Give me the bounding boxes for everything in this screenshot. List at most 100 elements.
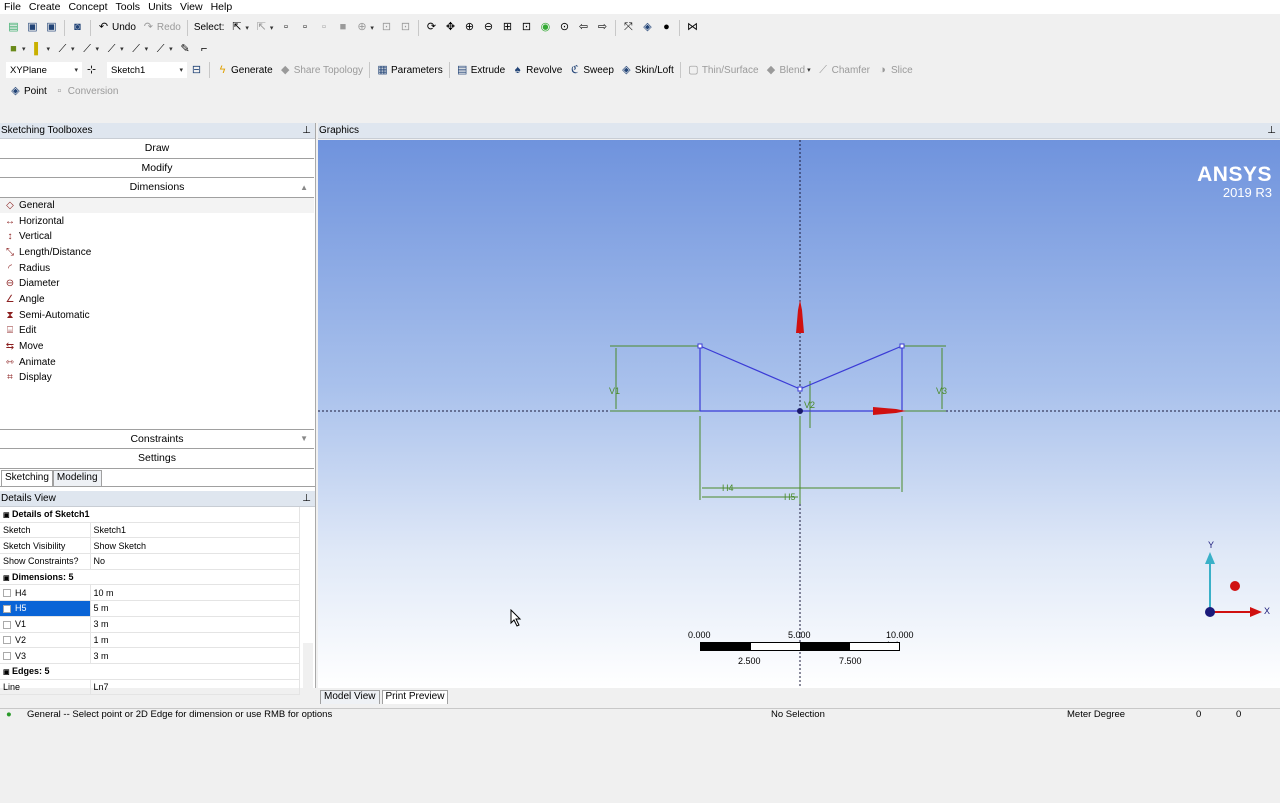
detail-value[interactable]: No <box>90 553 300 570</box>
point-button[interactable]: ◈ Point <box>6 82 50 100</box>
zoom-box-button[interactable]: ⊡ <box>517 19 536 37</box>
sketch-edge-v-left[interactable] <box>699 345 801 390</box>
line-tool-4-button[interactable]: ⟋ ▾ <box>127 40 152 58</box>
vertex[interactable] <box>899 343 905 349</box>
new-plane-button[interactable]: ⊹ <box>82 61 101 79</box>
menu-view[interactable]: View <box>176 0 207 14</box>
detail-value[interactable]: Sketch1 <box>90 522 300 539</box>
tab-modeling[interactable]: Modeling <box>52 469 102 486</box>
dim-tool-diameter[interactable]: ⊖ Diameter <box>0 276 314 292</box>
color-button[interactable]: ■ ▾ <box>4 40 29 58</box>
new-sketch-button[interactable]: ⊟ <box>187 61 206 79</box>
detail-value[interactable]: Ln7 <box>90 679 300 696</box>
menu-file[interactable]: File <box>0 0 25 14</box>
line-tool-3-button[interactable]: ⟋ ▾ <box>102 40 127 58</box>
plane-select[interactable]: XYPlane ▾ <box>6 62 82 78</box>
status-units[interactable]: Meter Degree <box>1067 709 1125 720</box>
box-select-button[interactable]: ⊡ <box>377 19 396 37</box>
dim-label-h5[interactable]: H5 <box>784 492 796 502</box>
collapse-icon[interactable]: ▣ <box>3 511 10 519</box>
details-section[interactable]: ▣ Edges: 5 <box>0 663 300 680</box>
detail-value[interactable]: 3 m <box>90 616 300 633</box>
blend-button[interactable]: ◆ Blend ▾ <box>762 61 814 79</box>
dimension-row-h4[interactable]: H4 10 m <box>0 584 300 602</box>
pin-icon[interactable]: ⊥ <box>302 125 311 136</box>
parameter-checkbox[interactable] <box>3 652 11 661</box>
bars-button[interactable]: ▌ ▾ <box>29 40 54 58</box>
detail-value[interactable]: Show Sketch <box>90 537 300 555</box>
dim-label-v2[interactable]: V2 <box>804 400 815 410</box>
detail-row[interactable]: Sketch Sketch1 <box>0 522 300 539</box>
dimension-row-v3[interactable]: V3 3 m <box>0 647 300 664</box>
vertex[interactable] <box>697 343 703 349</box>
line-tool-1-button[interactable]: ⟋ ▾ <box>53 40 78 58</box>
next-view-button[interactable]: ⇨ <box>593 19 612 37</box>
display-point-button[interactable]: ● <box>657 19 676 37</box>
edge-tool-button[interactable]: ⌐ <box>195 40 214 58</box>
menu-tools[interactable]: Tools <box>112 0 145 14</box>
menu-concept[interactable]: Concept <box>64 0 111 14</box>
skin-loft-button[interactable]: ◈ Skin/Loft <box>617 61 677 79</box>
collapse-icon[interactable]: ▣ <box>3 668 10 676</box>
extend-selection-button[interactable]: ⊕ ▾ <box>352 19 377 37</box>
parameter-checkbox[interactable] <box>3 605 11 614</box>
group-draw[interactable]: Draw <box>0 139 314 159</box>
select-points-button[interactable]: ▫ <box>276 19 295 37</box>
collapse-icon[interactable]: ▣ <box>3 574 10 582</box>
parameter-checkbox[interactable] <box>3 589 11 598</box>
display-model-button[interactable]: ◈ <box>638 19 657 37</box>
origin-point[interactable] <box>797 408 803 414</box>
vertex[interactable] <box>797 386 803 392</box>
line-tool-5-button[interactable]: ⟋ ▾ <box>151 40 176 58</box>
share-topology-button[interactable]: ◆ Share Topology <box>276 61 366 79</box>
details-scrollbar[interactable] <box>303 643 313 803</box>
pan-button[interactable]: ✥ <box>441 19 460 37</box>
pin-icon[interactable]: ⊥ <box>1267 125 1276 136</box>
pin-tool-button[interactable]: ✎ <box>176 40 195 58</box>
thin-surface-button[interactable]: ▢ Thin/Surface <box>684 61 762 79</box>
dim-tool-angle[interactable]: ∠ Angle <box>0 292 314 308</box>
save-as-button[interactable]: ▣ <box>42 19 61 37</box>
rotate-button[interactable]: ⟳ <box>422 19 441 37</box>
conversion-button[interactable]: ▫ Conversion <box>50 82 122 100</box>
box-select-2-button[interactable]: ⊡ <box>396 19 415 37</box>
redo-button[interactable]: ↷ Redo <box>139 19 184 37</box>
parameters-button[interactable]: ▦ Parameters <box>373 61 446 79</box>
dim-tool-move[interactable]: ⇆ Move <box>0 339 314 355</box>
detail-value[interactable]: 3 m <box>90 647 300 664</box>
dim-tool-vertical[interactable]: ↕ Vertical <box>0 229 314 245</box>
detail-row[interactable]: Show Constraints? No <box>0 553 300 570</box>
parameter-checkbox[interactable] <box>3 636 11 645</box>
axis-triad[interactable]: Y X <box>1190 534 1270 624</box>
dim-tool-semi-automatic[interactable]: ⧗ Semi-Automatic <box>0 307 314 323</box>
sketch-profile[interactable] <box>699 345 903 412</box>
zoom-to-fit-button[interactable]: ◉ <box>536 19 555 37</box>
pin-icon[interactable]: ⊥ <box>302 493 311 504</box>
details-section[interactable]: ▣ Details of Sketch1 <box>0 506 300 523</box>
dim-tool-horizontal[interactable]: ↔ Horizontal <box>0 213 314 229</box>
zoom-out-button[interactable]: ⊖ <box>479 19 498 37</box>
dimension-row-v1[interactable]: V1 3 m <box>0 616 300 633</box>
detail-row[interactable]: Line Ln7 <box>0 679 300 696</box>
detail-value[interactable]: 10 m <box>90 584 300 602</box>
dim-tool-edit[interactable]: ⌸ Edit <box>0 323 314 339</box>
extrude-button[interactable]: ▤ Extrude <box>453 61 508 79</box>
menu-help[interactable]: Help <box>207 0 237 14</box>
tab-print-preview[interactable]: Print Preview <box>381 690 449 704</box>
group-constraints[interactable]: Constraints ▼ <box>0 429 314 449</box>
zoom-button[interactable]: ⊕ <box>460 19 479 37</box>
select-faces-button[interactable]: ▫ <box>314 19 333 37</box>
sketch-select[interactable]: Sketch1 ▾ <box>107 62 187 78</box>
tab-model-view[interactable]: Model View <box>320 690 380 704</box>
dimension-row-h5[interactable]: H5 5 m <box>0 600 300 617</box>
sketch-edge-v-right[interactable] <box>799 345 903 390</box>
hide-button[interactable]: ⋈ <box>683 19 702 37</box>
group-modify[interactable]: Modify <box>0 158 314 178</box>
dim-tool-animate[interactable]: ⇿ Animate <box>0 354 314 370</box>
revolve-button[interactable]: ♠ Revolve <box>508 61 565 79</box>
dim-label-v3[interactable]: V3 <box>936 386 947 396</box>
dim-label-v1[interactable]: V1 <box>609 386 620 396</box>
dimension-row-v2[interactable]: V2 1 m <box>0 632 300 649</box>
menu-units[interactable]: Units <box>144 0 176 14</box>
magnifier-button[interactable]: ⊙ <box>555 19 574 37</box>
